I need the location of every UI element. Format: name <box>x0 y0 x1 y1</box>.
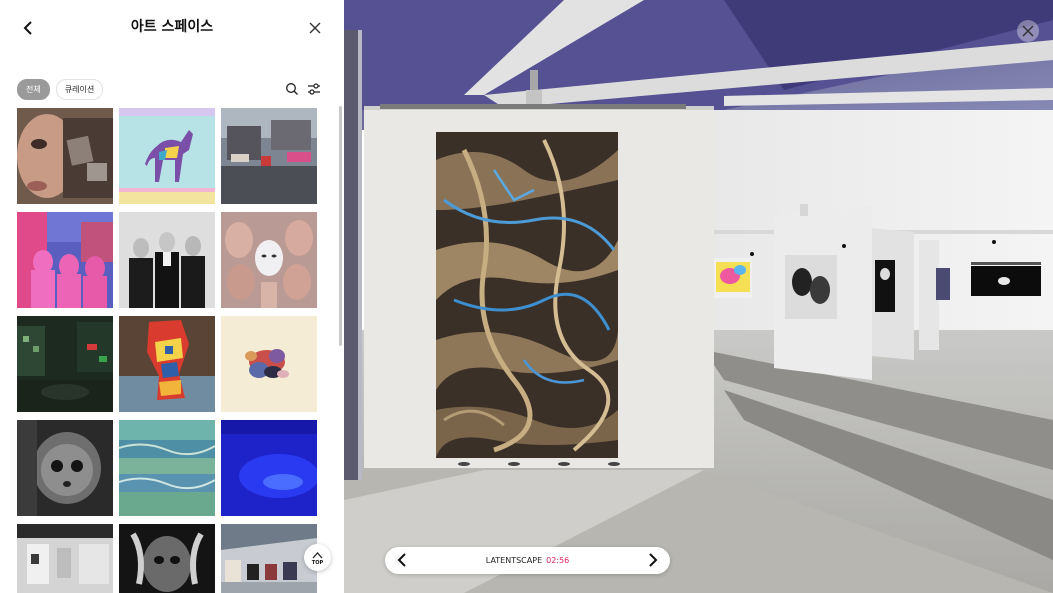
page-title: 아트 스페이스 <box>130 19 214 35</box>
artwork-image <box>221 420 317 516</box>
art-space-panel: 아트 스페이스 전체 큐레이션 TOP <box>0 0 344 593</box>
artwork-thumbnail-gallery-corridor[interactable] <box>17 524 113 593</box>
artwork-image <box>17 420 113 516</box>
close-icon <box>309 22 321 34</box>
artwork-image <box>17 316 113 412</box>
artwork-thumbnail-bw-hands-face[interactable] <box>119 524 215 593</box>
artwork-image <box>119 212 215 308</box>
artwork-thumbnail-floral-abstract[interactable] <box>221 316 317 412</box>
artwork-image <box>119 420 215 516</box>
virtual-gallery-view[interactable]: LATENTSCAPE 02:56 <box>344 0 1053 593</box>
sliders-icon <box>308 83 320 95</box>
artwork-thumbnail-pink-figures[interactable] <box>17 212 113 308</box>
close-panel-button[interactable] <box>304 17 326 39</box>
artwork-navigation-bar: LATENTSCAPE 02:56 <box>385 547 670 574</box>
artwork-thumbnail-bw-doll[interactable] <box>17 420 113 516</box>
scroll-to-top-button[interactable]: TOP <box>304 544 331 571</box>
filter-settings-button[interactable] <box>306 81 322 97</box>
close-viewer-button[interactable] <box>1017 20 1039 42</box>
artwork-thumbnail-cyborg-portrait[interactable] <box>17 108 113 204</box>
artwork-image <box>119 316 215 412</box>
gallery-scene <box>344 0 1053 593</box>
artwork-image <box>119 108 215 204</box>
artwork-image <box>221 316 317 412</box>
search-icon <box>286 83 298 95</box>
artwork-thumbnail-masked-heads[interactable] <box>221 212 317 308</box>
artwork-image <box>221 524 317 593</box>
filter-chips: 전체 큐레이션 <box>17 79 104 100</box>
filter-curation-chip[interactable]: 큐레이션 <box>55 79 104 100</box>
artwork-image <box>119 524 215 593</box>
artwork-thumbnail-blue-green-texture[interactable] <box>119 420 215 516</box>
artwork-thumbnail-blue-glow[interactable] <box>221 420 317 516</box>
next-artwork-button[interactable] <box>644 552 660 568</box>
panel-scrollbar[interactable] <box>339 106 342 346</box>
artwork-thumbnail-pastel-greyhound[interactable] <box>119 108 215 204</box>
artwork-image <box>221 108 317 204</box>
chevron-right-icon <box>649 553 658 567</box>
playback-time: 02:56 <box>546 556 570 565</box>
artwork-thumbnail-bw-group-portrait[interactable] <box>119 212 215 308</box>
panel-header: 아트 스페이스 <box>0 0 344 56</box>
artwork-thumbnail-patterned-figure[interactable] <box>119 316 215 412</box>
artwork-title: LATENTSCAPE <box>485 556 543 565</box>
top-label: TOP <box>311 560 324 566</box>
filter-all-chip[interactable]: 전체 <box>17 79 50 100</box>
artwork-thumbnail-dark-3d-street[interactable] <box>17 316 113 412</box>
now-playing-info: LATENTSCAPE 02:56 <box>385 547 670 574</box>
close-icon <box>1022 25 1034 37</box>
artwork-image <box>17 108 113 204</box>
artwork-image <box>221 212 317 308</box>
artwork-image <box>17 212 113 308</box>
search-button[interactable] <box>284 81 300 97</box>
artwork-thumbnail-exhibition-room[interactable] <box>221 524 317 593</box>
latentscape-artwork[interactable] <box>436 132 618 458</box>
artwork-image <box>17 524 113 593</box>
artwork-thumbnail-virtual-plaza[interactable] <box>221 108 317 204</box>
